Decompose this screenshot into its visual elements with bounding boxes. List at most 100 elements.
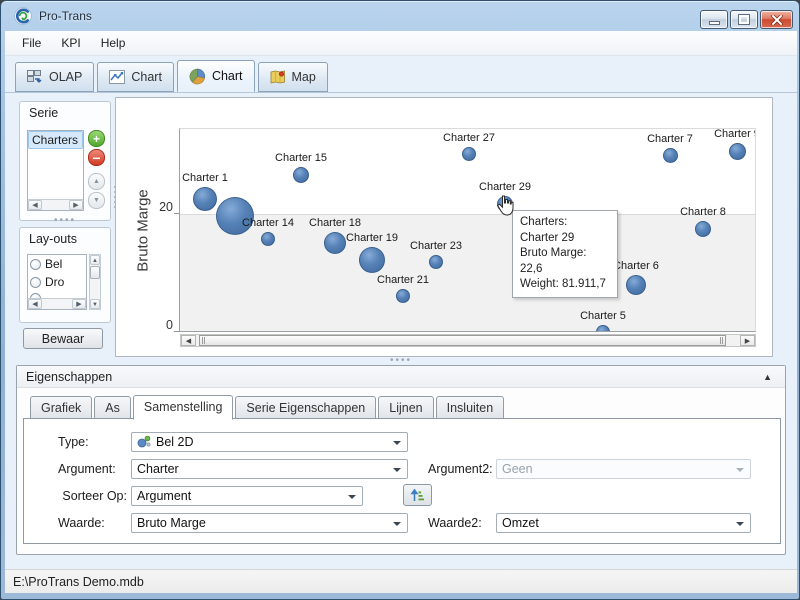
type-value: Bel 2D (156, 435, 194, 449)
radio-icon[interactable] (30, 277, 41, 288)
tab-map[interactable]: Map (258, 62, 328, 92)
properties-header: Eigenschappen ▲ (17, 366, 785, 388)
bubble-charter-9[interactable] (729, 143, 746, 160)
layouts-list-vscrollbar[interactable]: ▲ ▼ (89, 254, 101, 310)
minimize-button[interactable] (700, 10, 728, 29)
thumb-grip (720, 337, 723, 344)
statusbar-path: E:\ProTrans Demo.mdb (13, 575, 144, 589)
bubble-charter-18[interactable] (324, 232, 346, 254)
bubble-label: Charter 8 (680, 206, 726, 218)
bubble-label: Charter 29 (479, 181, 531, 193)
scroll-right-icon[interactable]: ▶ (69, 200, 83, 210)
move-down-button[interactable]: ▼ (88, 192, 105, 209)
menu-file[interactable]: File (12, 32, 51, 54)
serie-list-hscrollbar[interactable]: ◀ ▶ (28, 199, 83, 210)
bubble-label: Charter 23 (410, 240, 462, 252)
value2-select[interactable]: Omzet (496, 513, 751, 533)
chevron-down-icon (348, 495, 356, 499)
layout-option[interactable]: Bel (28, 255, 86, 273)
value-select[interactable]: Bruto Marge (131, 513, 408, 533)
tab-olap[interactable]: OLAP (15, 62, 94, 92)
serie-list-item[interactable]: Charters (28, 131, 83, 149)
value-value: Bruto Marge (137, 516, 206, 530)
app-logo-icon (14, 7, 32, 25)
tab-serie-eigenschappen[interactable]: Serie Eigenschappen (235, 396, 376, 419)
scroll-thumb[interactable] (199, 335, 726, 346)
tabstrip-divider (5, 92, 797, 93)
tooltip-line: Bruto Marge: 22,6 (520, 246, 610, 277)
scroll-left-icon[interactable]: ◀ (181, 335, 196, 346)
scroll-thumb[interactable] (90, 266, 100, 279)
maximize-button[interactable] (730, 10, 758, 29)
tab-samenstelling[interactable]: Samenstelling (133, 395, 234, 420)
collapse-icon[interactable]: ▲ (759, 372, 776, 382)
layouts-list-hscrollbar[interactable]: ◀ ▶ (28, 298, 86, 309)
remove-serie-button[interactable]: − (88, 149, 105, 166)
menu-kpi[interactable]: KPI (51, 32, 90, 54)
tab-chart-pie[interactable]: Chart (177, 60, 255, 92)
bubble-charter-15[interactable] (293, 167, 309, 183)
radio-icon[interactable] (30, 259, 41, 270)
chevron-down-icon (393, 468, 401, 472)
bubble-charter-27[interactable] (462, 147, 476, 161)
close-button[interactable] (760, 10, 793, 29)
main-tabstrip: OLAP Chart Chart (15, 60, 331, 92)
add-serie-button[interactable]: + (88, 130, 105, 147)
menu-help[interactable]: Help (91, 32, 136, 54)
chart-hscrollbar[interactable]: ◀ ▶ (180, 334, 756, 347)
tab-insluiten[interactable]: Insluiten (436, 396, 505, 419)
tab-lijnen[interactable]: Lijnen (378, 396, 433, 419)
sidebar-splitter[interactable]: •••• (43, 218, 87, 224)
bubble-label: Charter 15 (275, 152, 327, 164)
chevron-down-icon (393, 441, 401, 445)
bubble-label: Charter 21 (377, 274, 429, 286)
bubble-label: Charter 9 (714, 128, 756, 140)
scroll-left-icon[interactable]: ◀ (28, 299, 42, 309)
map-icon (270, 70, 286, 85)
scroll-down-icon[interactable]: ▼ (90, 299, 100, 309)
bubble-charter-14[interactable] (261, 232, 275, 246)
bubble-charter-19[interactable] (359, 247, 385, 273)
move-up-button[interactable]: ▲ (88, 173, 105, 190)
horizontal-splitter[interactable]: •••• (390, 358, 412, 364)
tab-label: Chart (131, 70, 162, 84)
tooltip-line: Weight: 81.911,7 (520, 277, 610, 293)
properties-tabstrip: Grafiek As Samenstelling Serie Eigenscha… (30, 395, 506, 419)
sort-order-button[interactable] (403, 484, 432, 506)
scroll-left-icon[interactable]: ◀ (28, 200, 42, 210)
type-label: Type: (58, 435, 131, 449)
bubble-charter-6[interactable] (626, 275, 646, 295)
bubble-charter-8[interactable] (695, 221, 711, 237)
scroll-right-icon[interactable]: ▶ (740, 335, 755, 346)
scroll-right-icon[interactable]: ▶ (72, 299, 86, 309)
layouts-panel: Lay-outs Bel Dro ◀ ▶ ▲ (19, 227, 111, 323)
tab-as[interactable]: As (94, 396, 131, 419)
bubble-type-icon (137, 435, 151, 448)
tooltip-line: Charter 29 (520, 231, 610, 247)
bubble-label: Charter 1 (182, 172, 228, 184)
scroll-track[interactable] (196, 335, 740, 346)
tab-grafiek[interactable]: Grafiek (30, 396, 92, 419)
sort-by-select[interactable]: Argument (131, 486, 363, 506)
argument-select[interactable]: Charter (131, 459, 408, 479)
value2-label: Waarde2: (428, 516, 496, 530)
serie-panel: Serie Charters ◀ ▶ + − ▲ ▼ (19, 101, 111, 221)
sort-ascending-icon (410, 488, 425, 503)
bubble-charter-1[interactable] (193, 187, 217, 211)
chart-tooltip: Charters: Charter 29 Bruto Marge: 22,6 W… (512, 210, 618, 298)
serie-list[interactable]: Charters ◀ ▶ (27, 130, 84, 211)
close-icon (771, 15, 783, 25)
layout-option[interactable]: Dro (28, 273, 86, 291)
layouts-list[interactable]: Bel Dro ◀ ▶ (27, 254, 87, 310)
save-layout-button[interactable]: Bewaar (23, 328, 103, 349)
properties-panel: Eigenschappen ▲ Grafiek As Samenstelling… (16, 365, 786, 555)
bubble-charter-23[interactable] (429, 255, 443, 269)
chevron-down-icon (393, 522, 401, 526)
type-select[interactable]: Bel 2D (131, 432, 408, 452)
tab-chart-line[interactable]: Chart (97, 62, 174, 92)
plot-area[interactable]: Charter 1Charter 14Charter 15Charter 18C… (179, 128, 756, 332)
bubble-charter-7[interactable] (663, 148, 678, 163)
scroll-up-icon[interactable]: ▲ (90, 255, 100, 265)
menubar: File KPI Help (5, 31, 797, 56)
value2-value: Omzet (502, 516, 539, 530)
